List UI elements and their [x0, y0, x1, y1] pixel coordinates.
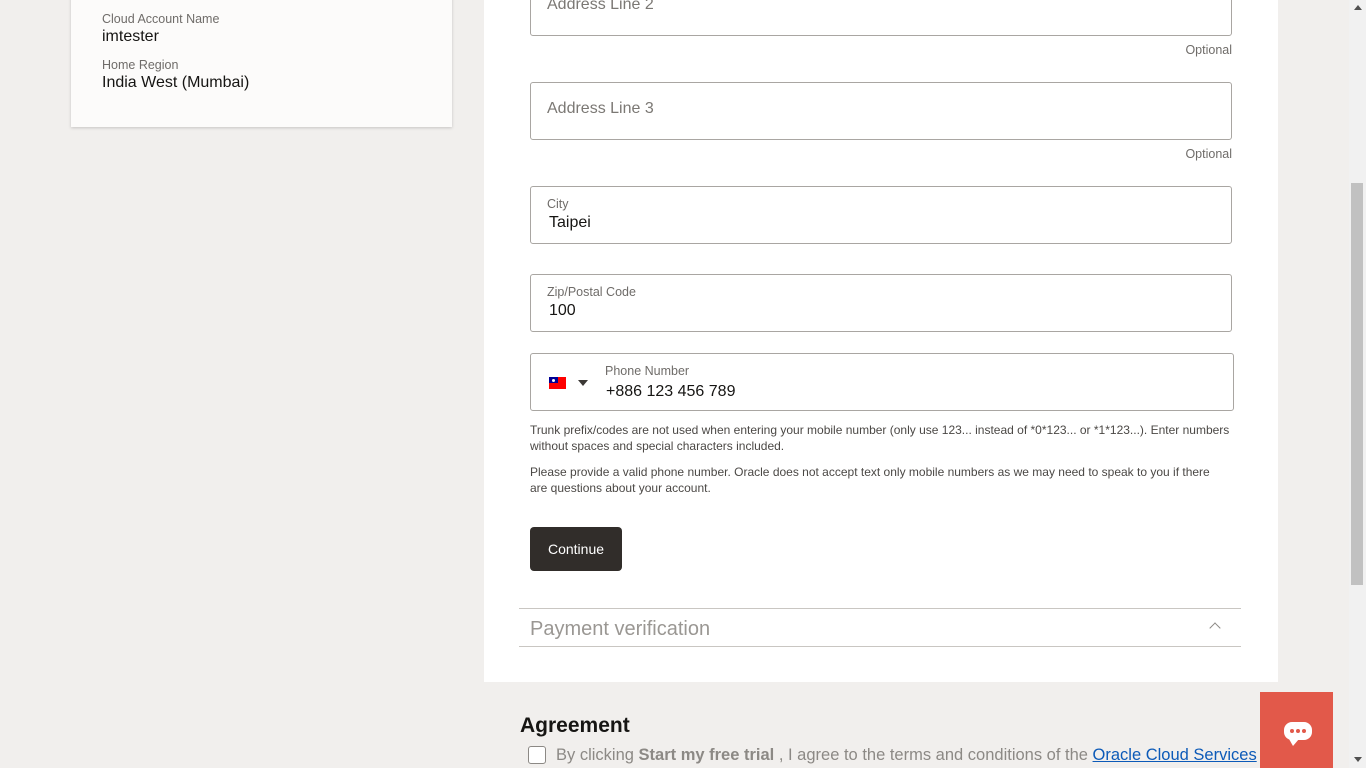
zip-code-field[interactable]: Zip/Postal Code 100 — [530, 274, 1232, 332]
phone-help-text-valid: Please provide a valid phone number. Ora… — [530, 465, 1210, 495]
phone-number-field[interactable]: Phone Number +886 123 456 789 — [530, 353, 1234, 411]
scroll-up-arrow-icon[interactable] — [1354, 5, 1362, 10]
account-summary-card: Cloud Account Name imtester Home Region … — [71, 0, 452, 127]
agreement-text-bold: Start my free trial — [638, 746, 775, 764]
taiwan-flag-icon[interactable] — [549, 377, 566, 389]
oracle-cloud-services-link[interactable]: Oracle Cloud Services — [1093, 746, 1257, 764]
payment-verification-title: Payment verification — [530, 618, 711, 640]
address-line-3-field[interactable]: Address Line 3 — [530, 82, 1232, 140]
city-label: City — [547, 197, 569, 211]
zip-code-value: 100 — [549, 302, 576, 319]
address-line-2-field[interactable]: Address Line 2 — [530, 0, 1232, 36]
phone-help-text-trunk: Trunk prefix/codes are not used when ent… — [530, 423, 1230, 453]
agreement-checkbox[interactable] — [528, 746, 546, 764]
chevron-down-icon[interactable] — [578, 380, 588, 386]
phone-number-value: +886 123 456 789 — [606, 383, 736, 400]
home-region-label: Home Region — [102, 58, 179, 72]
chat-icon — [1284, 722, 1312, 746]
address-line-2-optional: Optional — [1185, 43, 1232, 57]
cloud-account-value: imtester — [102, 28, 159, 45]
agreement-text: By clicking Start my free trial , I agre… — [556, 746, 1257, 765]
chevron-up-icon[interactable] — [1209, 622, 1221, 634]
city-field[interactable]: City Taipei — [530, 186, 1232, 244]
phone-number-label: Phone Number — [605, 364, 690, 378]
address-line-3-optional: Optional — [1185, 147, 1232, 161]
scrollbar-thumb[interactable] — [1351, 183, 1363, 585]
agreement-title: Agreement — [520, 714, 630, 737]
page-scrollbar[interactable] — [1349, 0, 1366, 768]
scroll-down-arrow-icon[interactable] — [1354, 757, 1362, 762]
city-value: Taipei — [549, 214, 591, 231]
home-region-value: India West (Mumbai) — [102, 74, 250, 91]
address-line-3-placeholder: Address Line 3 — [547, 100, 654, 117]
cloud-account-label: Cloud Account Name — [102, 12, 220, 26]
continue-button[interactable]: Continue — [530, 527, 622, 571]
agreement-text-middle: , I agree to the terms and conditions of… — [774, 746, 1093, 764]
address-line-2-placeholder: Address Line 2 — [547, 0, 654, 13]
chat-button[interactable] — [1260, 692, 1333, 768]
agreement-text-prefix: By clicking — [556, 746, 639, 764]
zip-code-label: Zip/Postal Code — [547, 285, 636, 299]
payment-verification-header[interactable]: Payment verification — [519, 608, 1241, 647]
address-form-panel: Address Line 2 Optional Address Line 3 O… — [484, 0, 1278, 682]
